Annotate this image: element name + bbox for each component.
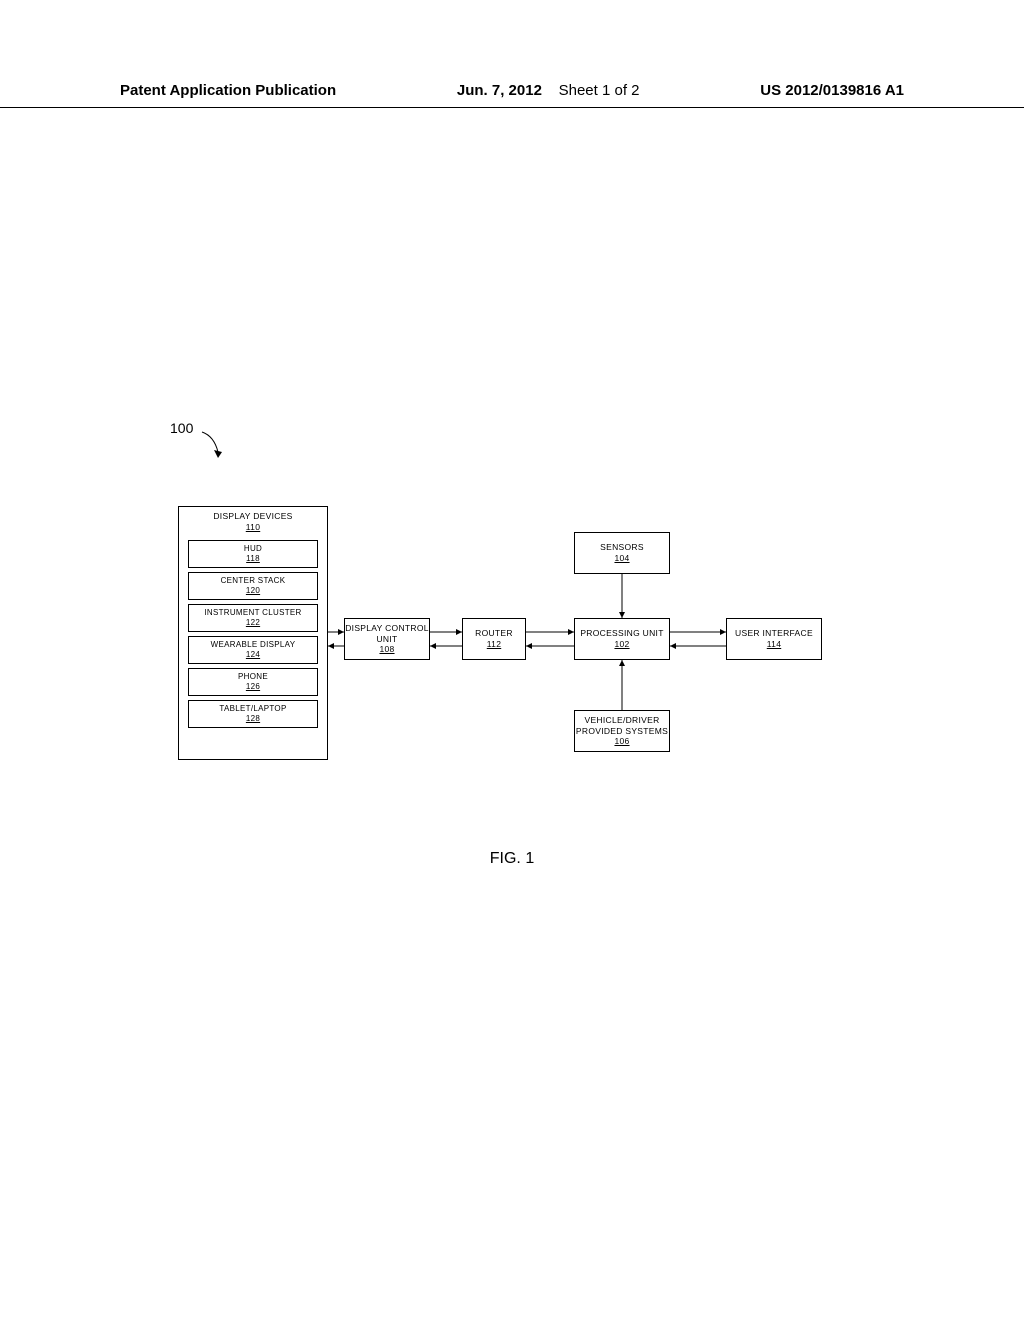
block-wearable-display: WEARABLE DISPLAY 124 — [188, 636, 318, 664]
dcu-label: DISPLAY CONTROL UNIT — [345, 623, 429, 644]
sensors-ref: 104 — [614, 553, 629, 564]
phone-label: PHONE — [238, 672, 268, 682]
connector-systems-proc — [616, 660, 628, 710]
sheet-number: Sheet 1 of 2 — [559, 82, 640, 99]
hud-ref: 118 — [246, 554, 260, 564]
block-display-devices: DISPLAY DEVICES 110 HUD 118 CENTER STACK… — [178, 506, 328, 760]
systems-label: VEHICLE/DRIVER PROVIDED SYSTEMS — [575, 715, 669, 736]
connector-dcu-router — [430, 626, 462, 652]
router-label: ROUTER — [475, 628, 513, 639]
block-instrument-cluster: INSTRUMENT CLUSTER 122 — [188, 604, 318, 632]
page-header: Patent Application Publication Jun. 7, 2… — [0, 82, 1024, 108]
block-center-stack: CENTER STACK 120 — [188, 572, 318, 600]
block-phone: PHONE 126 — [188, 668, 318, 696]
hud-label: HUD — [244, 544, 262, 554]
connector-router-proc — [526, 626, 574, 652]
block-vehicle-driver-systems: VEHICLE/DRIVER PROVIDED SYSTEMS 106 — [574, 710, 670, 752]
application-number: US 2012/0139816 A1 — [760, 82, 904, 99]
figure-reference-arrow-icon — [200, 430, 222, 460]
block-user-interface: USER INTERFACE 114 — [726, 618, 822, 660]
block-sensors: SENSORS 104 — [574, 532, 670, 574]
instrument-ref: 122 — [246, 618, 260, 628]
publication-date: Jun. 7, 2012 — [457, 82, 542, 99]
tablet-ref: 128 — [246, 714, 260, 724]
display-devices-label: DISPLAY DEVICES — [213, 511, 292, 522]
processing-label: PROCESSING UNIT — [580, 628, 663, 639]
display-devices-title: DISPLAY DEVICES 110 — [213, 511, 292, 532]
block-router: ROUTER 112 — [462, 618, 526, 660]
header-center: Jun. 7, 2012 Sheet 1 of 2 — [457, 82, 640, 99]
ui-ref: 114 — [767, 639, 781, 650]
publication-label: Patent Application Publication — [120, 82, 336, 99]
block-display-control-unit: DISPLAY CONTROL UNIT 108 — [344, 618, 430, 660]
ui-label: USER INTERFACE — [735, 628, 813, 639]
systems-ref: 106 — [614, 736, 629, 747]
figure-reference-100: 100 — [170, 420, 193, 436]
router-ref: 112 — [487, 639, 501, 650]
connector-display-dcu — [328, 626, 344, 652]
figure-1-diagram: 100 DISPLAY DEVICES 110 HUD 118 CENTER S… — [0, 420, 1024, 880]
block-hud: HUD 118 — [188, 540, 318, 568]
connector-proc-ui — [670, 626, 726, 652]
connector-sensors-proc — [616, 574, 628, 618]
block-processing-unit: PROCESSING UNIT 102 — [574, 618, 670, 660]
display-devices-ref: 110 — [213, 522, 292, 533]
figure-caption: FIG. 1 — [0, 850, 1024, 868]
center-stack-ref: 120 — [246, 586, 260, 596]
processing-ref: 102 — [614, 639, 629, 650]
dcu-ref: 108 — [379, 644, 394, 655]
wearable-label: WEARABLE DISPLAY — [211, 640, 296, 650]
sensors-label: SENSORS — [600, 542, 644, 553]
phone-ref: 126 — [246, 682, 260, 692]
center-stack-label: CENTER STACK — [221, 576, 286, 586]
instrument-label: INSTRUMENT CLUSTER — [204, 608, 301, 618]
tablet-label: TABLET/LAPTOP — [219, 704, 286, 714]
block-tablet-laptop: TABLET/LAPTOP 128 — [188, 700, 318, 728]
wearable-ref: 124 — [246, 650, 260, 660]
